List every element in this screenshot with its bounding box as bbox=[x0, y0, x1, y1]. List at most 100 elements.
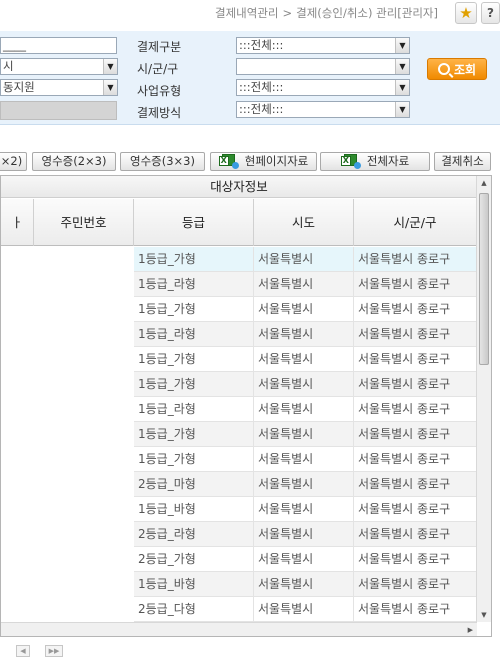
cell-grade: 1등급_라형 bbox=[134, 272, 254, 296]
chevron-down-icon[interactable]: ▼ bbox=[103, 80, 117, 95]
scroll-thumb[interactable] bbox=[479, 193, 489, 365]
star-icon: ★ bbox=[459, 4, 473, 22]
cell-grade: 1등급_가형 bbox=[134, 247, 254, 271]
grid-header-row: ㅏ 주민번호 등급 시도 시/군/구 bbox=[1, 199, 477, 246]
cell-sido: 서울특별시 bbox=[254, 297, 354, 321]
cell-sigungu: 서울특별시 종로구 bbox=[354, 297, 477, 321]
breadcrumb: 결제내역관리 > 결제(승인/취소) 관리[관리자] bbox=[215, 5, 438, 21]
help-icon: ? bbox=[487, 6, 494, 20]
export-all-button[interactable]: X 전체자료 bbox=[320, 152, 430, 171]
cell-sigungu: 서울특별시 종로구 bbox=[354, 547, 477, 571]
cell-sigungu: 서울특별시 종로구 bbox=[354, 497, 477, 521]
business-type-select[interactable]: :::전체::: ▼ bbox=[236, 79, 410, 96]
receipt-2x3-button[interactable]: 영수증(2×3) bbox=[32, 152, 116, 171]
cell-grade: 2등급_가형 bbox=[134, 547, 254, 571]
cell-sido: 서울특별시 bbox=[254, 247, 354, 271]
export-current-page-label: 현페이지자료 bbox=[244, 154, 309, 168]
district-select[interactable]: ▼ bbox=[236, 58, 410, 75]
column-header-resident-number[interactable]: 주민번호 bbox=[34, 199, 134, 246]
column-header[interactable]: ㅏ bbox=[1, 199, 34, 246]
cell-sigungu: 서울특별시 종로구 bbox=[354, 247, 477, 271]
business-type-value: :::전체::: bbox=[239, 80, 284, 94]
cell-grade: 1등급_바형 bbox=[134, 497, 254, 521]
center-select-value: 동지원 bbox=[3, 80, 35, 94]
receipt-3x3-button[interactable]: 영수증(3×3) bbox=[120, 152, 205, 171]
grid-group-header: 대상자정보 bbox=[1, 176, 477, 198]
horizontal-scrollbar[interactable]: ▶ bbox=[1, 622, 477, 636]
cell-grade: 2등급_다형 bbox=[134, 597, 254, 621]
excel-icon: X bbox=[340, 154, 361, 169]
chevron-down-icon[interactable]: ▼ bbox=[103, 59, 117, 74]
data-grid: 대상자정보 ㅏ 주민번호 등급 시도 시/군/구 1등급_가형 서울특별시 서울특별… bbox=[0, 175, 492, 637]
export-current-page-button[interactable]: X 현페이지자료 bbox=[210, 152, 317, 171]
cell-grade: 2등급_마형 bbox=[134, 472, 254, 496]
scroll-up-icon[interactable]: ▲ bbox=[477, 176, 491, 190]
cell-grade: 1등급_라형 bbox=[134, 322, 254, 346]
column-header-sido[interactable]: 시도 bbox=[254, 199, 354, 246]
cell-sigungu: 서울특별시 종로구 bbox=[354, 347, 477, 371]
breadcrumb-item[interactable]: 결제내역관리 bbox=[215, 6, 278, 20]
cell-sido: 서울특별시 bbox=[254, 422, 354, 446]
search-icon bbox=[437, 63, 450, 75]
column-header-grade[interactable]: 등급 bbox=[134, 199, 254, 246]
breadcrumb-separator: > bbox=[282, 6, 293, 20]
column-header-sigungu[interactable]: 시/군/구 bbox=[354, 199, 477, 246]
chevron-down-icon[interactable]: ▼ bbox=[395, 38, 409, 53]
payment-category-label: 결제구분 bbox=[137, 40, 182, 54]
cell-sigungu: 서울특별시 종로구 bbox=[354, 372, 477, 396]
cell-sido: 서울특별시 bbox=[254, 447, 354, 471]
cell-grade: 1등급_가형 bbox=[134, 297, 254, 321]
excel-icon: X bbox=[218, 154, 239, 169]
export-all-label: 전체자료 bbox=[366, 154, 410, 168]
cell-sido: 서울특별시 bbox=[254, 472, 354, 496]
cell-grade: 2등급_라형 bbox=[134, 522, 254, 546]
cell-grade: 1등급_바형 bbox=[134, 572, 254, 596]
search-panel: ____ 시 ▼ 동지원 ▼ 결제구분 시/군/구 사업유형 결제방식 :::전… bbox=[0, 31, 500, 125]
center-select[interactable]: 동지원 ▼ bbox=[0, 79, 118, 96]
business-type-label: 사업유형 bbox=[137, 84, 182, 98]
cell-grade: 1등급_가형 bbox=[134, 447, 254, 471]
cell-sido: 서울특별시 bbox=[254, 572, 354, 596]
cell-sigungu: 서울특별시 종로구 bbox=[354, 397, 477, 421]
favorite-button[interactable]: ★ bbox=[455, 2, 477, 24]
cell-grade: 1등급_가형 bbox=[134, 422, 254, 446]
cell-sido: 서울특별시 bbox=[254, 322, 354, 346]
cell-sido: 서울특별시 bbox=[254, 372, 354, 396]
payment-method-select[interactable]: :::전체::: ▼ bbox=[236, 101, 410, 118]
cell-sido: 서울특별시 bbox=[254, 347, 354, 371]
payment-method-label: 결제방식 bbox=[137, 106, 182, 120]
chevron-down-icon[interactable]: ▼ bbox=[395, 59, 409, 74]
cell-sido: 서울특별시 bbox=[254, 397, 354, 421]
cell-grade: 1등급_가형 bbox=[134, 372, 254, 396]
cell-sigungu: 서울특별시 종로구 bbox=[354, 447, 477, 471]
cell-sigungu: 서울특별시 종로구 bbox=[354, 522, 477, 546]
cancel-payment-button[interactable]: 결제취소 bbox=[434, 152, 491, 171]
payment-category-value: :::전체::: bbox=[239, 38, 284, 52]
search-button-label: 조회 bbox=[453, 62, 477, 77]
scroll-down-icon[interactable]: ▼ bbox=[477, 608, 491, 622]
cell-grade: 1등급_라형 bbox=[134, 397, 254, 421]
cell-sigungu: 서울특별시 종로구 bbox=[354, 597, 477, 621]
chevron-down-icon[interactable]: ▼ bbox=[395, 102, 409, 117]
cell-sido: 서울특별시 bbox=[254, 597, 354, 621]
chevron-down-icon[interactable]: ▼ bbox=[395, 80, 409, 95]
name-input[interactable]: ____ bbox=[0, 37, 117, 54]
receipt-2x2-button[interactable]: ×2) bbox=[0, 152, 27, 171]
toolbar: ×2) 영수증(2×3) 영수증(3×3) X 현페이지자료 X 전체자료 결제취소 bbox=[0, 152, 500, 172]
cell-sigungu: 서울특별시 종로구 bbox=[354, 422, 477, 446]
city-select-value: 시 bbox=[3, 59, 14, 73]
payment-method-value: :::전체::: bbox=[239, 102, 284, 116]
breadcrumb-item-current: 결제(승인/취소) 관리[관리자] bbox=[296, 6, 438, 20]
cell-sido: 서울특별시 bbox=[254, 547, 354, 571]
scroll-right-icon[interactable]: ▶ bbox=[468, 623, 473, 636]
prev-page-button[interactable]: ◀ bbox=[16, 645, 30, 657]
page: 결제내역관리 > 결제(승인/취소) 관리[관리자] ★ ? ____ 시 ▼ 동지… bbox=[0, 0, 500, 663]
grid-left-blank bbox=[1, 247, 134, 623]
search-button[interactable]: 조회 bbox=[427, 58, 487, 80]
payment-category-select[interactable]: :::전체::: ▼ bbox=[236, 37, 410, 54]
city-select[interactable]: 시 ▼ bbox=[0, 58, 118, 75]
last-page-button[interactable]: ▶▶ bbox=[45, 645, 63, 657]
vertical-scrollbar[interactable]: ▲ ▼ bbox=[476, 176, 491, 622]
help-button[interactable]: ? bbox=[481, 2, 500, 24]
cell-sigungu: 서울특별시 종로구 bbox=[354, 322, 477, 346]
